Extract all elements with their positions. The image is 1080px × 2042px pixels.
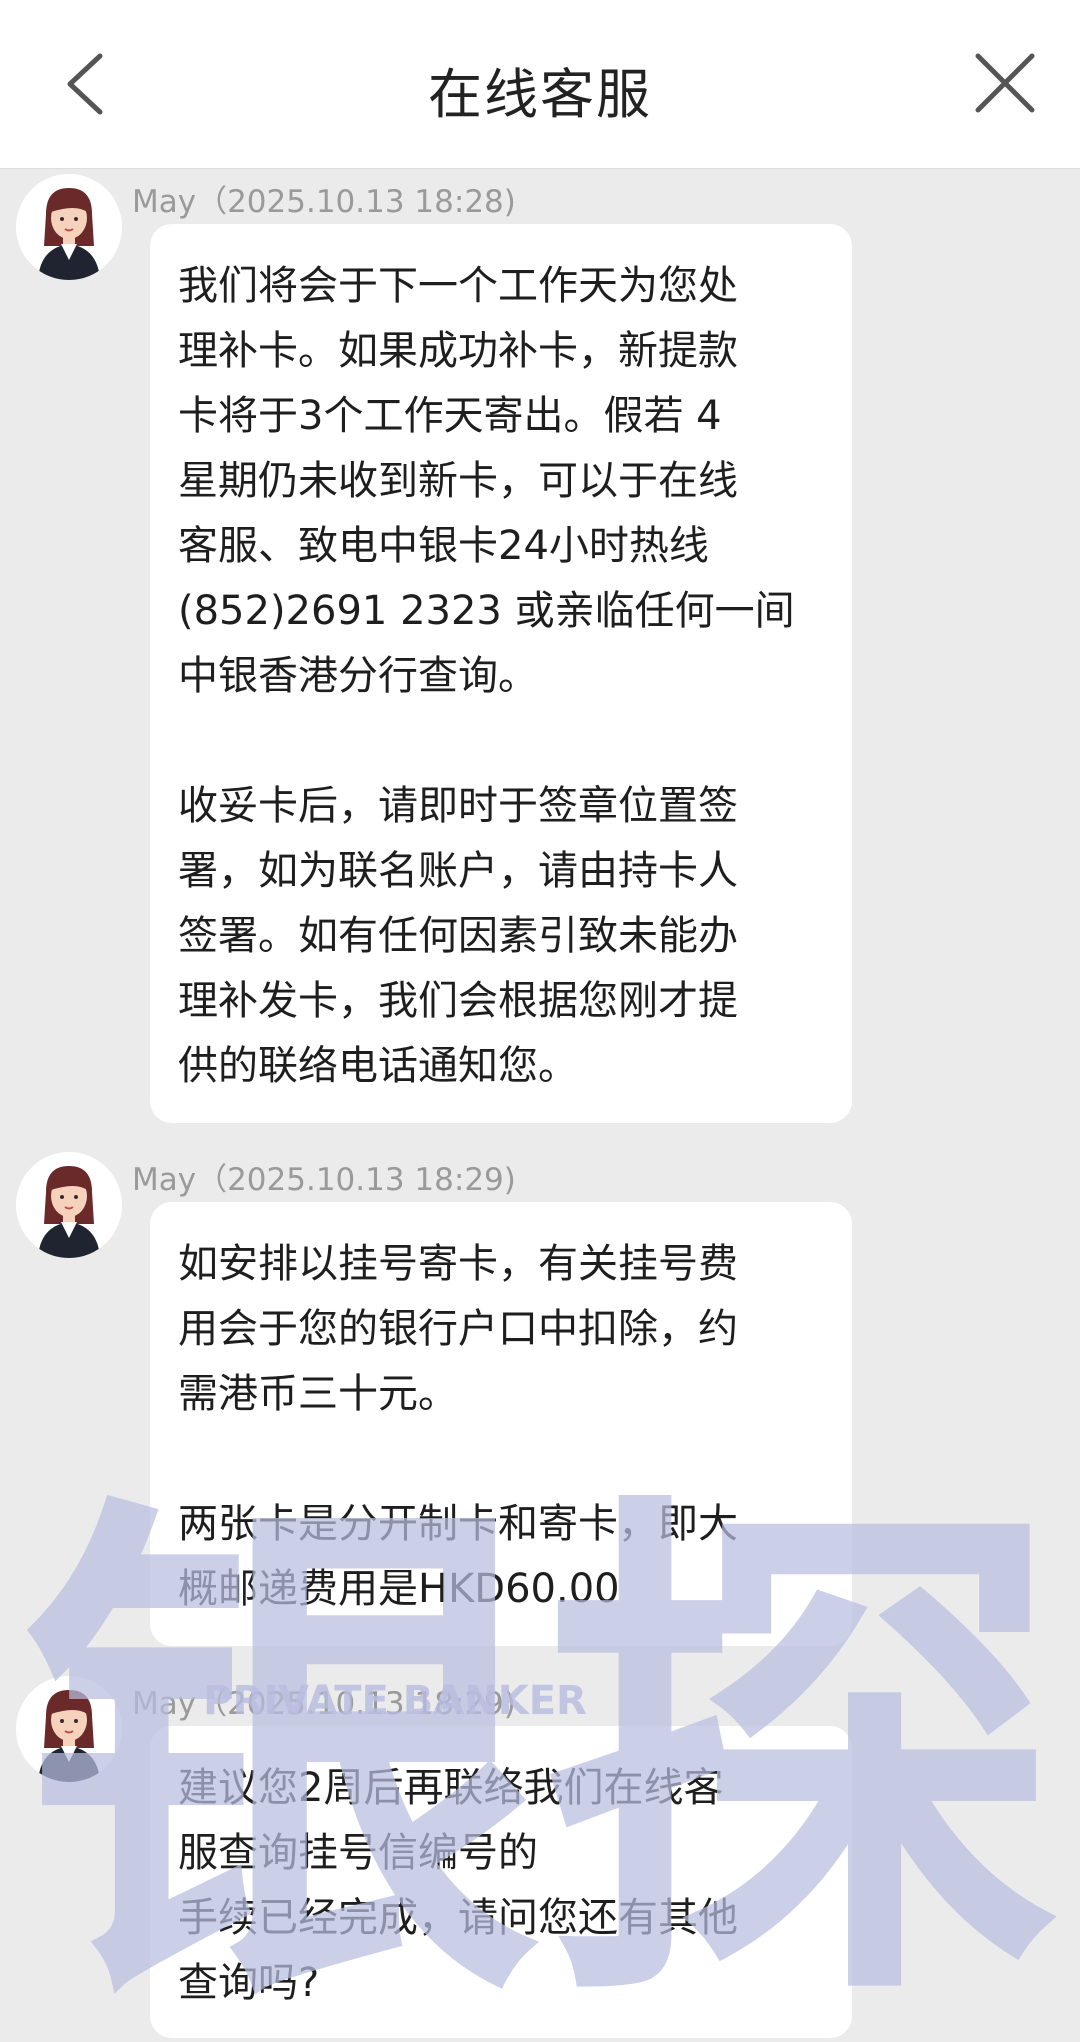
close-icon	[975, 53, 1035, 113]
message-meta: May（2025.10.13 18:29)	[132, 1686, 516, 1722]
female-agent-avatar-icon	[16, 174, 122, 280]
message-meta: May（2025.10.13 18:29)	[132, 1162, 516, 1198]
chat-screen: 在线客服 May（2025.10.13 18:28) 我们将会于下一个工作天为您…	[0, 0, 1080, 2042]
header-bar: 在线客服	[0, 0, 1080, 169]
message-bubble: 建议您2周后再联络我们在线客 服查询挂号信编号的 手续已经完成，请问您还有其他 …	[150, 1726, 852, 2038]
message-text: 我们将会于下一个工作天为您处 理补卡。如果成功补卡，新提款 卡将于3个工作天寄出…	[178, 263, 795, 699]
female-agent-avatar-icon	[16, 1676, 122, 1782]
message-text: 收妥卡后，请即时于签章位置签 署，如为联名账户，请由持卡人 签署。如有任何因素引…	[178, 783, 738, 1089]
message-meta: May（2025.10.13 18:28)	[132, 184, 516, 220]
avatar	[16, 1152, 122, 1258]
message-text: 两张卡是分开制卡和寄卡，即大 概邮递费用是HKD60.00	[178, 1501, 738, 1612]
message-bubble: 我们将会于下一个工作天为您处 理补卡。如果成功补卡，新提款 卡将于3个工作天寄出…	[150, 224, 852, 1123]
message-text: 建议您2周后再联络我们在线客 服查询挂号信编号的 手续已经完成，请问您还有其他 …	[178, 1765, 738, 2006]
page-title: 在线客服	[428, 63, 652, 126]
avatar	[16, 1676, 122, 1782]
message-text: 如安排以挂号寄卡，有关挂号费 用会于您的银行户口中扣除，约 需港币三十元。	[178, 1241, 738, 1417]
message-bubble: 如安排以挂号寄卡，有关挂号费 用会于您的银行户口中扣除，约 需港币三十元。 两张…	[150, 1202, 852, 1646]
avatar	[16, 174, 122, 280]
female-agent-avatar-icon	[16, 1152, 122, 1258]
close-button[interactable]	[970, 48, 1040, 118]
